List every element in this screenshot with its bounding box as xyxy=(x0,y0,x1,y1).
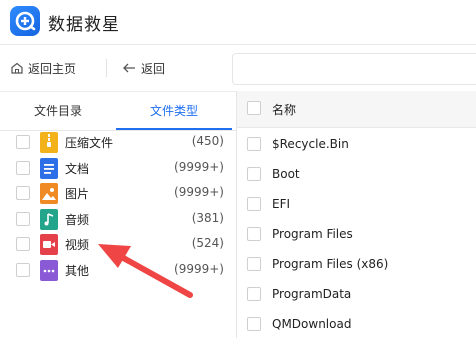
file-row[interactable]: EFI xyxy=(237,189,476,219)
file-row[interactable]: QMDownload xyxy=(237,309,476,339)
category-item[interactable]: 文档 (9999+) xyxy=(0,157,236,181)
category-checkbox[interactable] xyxy=(16,263,30,277)
category-checkbox[interactable] xyxy=(16,135,30,149)
left-panel: 文件目录 文件类型 压缩文件 (450) 文档 (9999+) 图片 (9999+) 音频 (… xyxy=(0,91,236,338)
document-icon xyxy=(40,157,58,179)
app-logo xyxy=(10,6,40,36)
tab-file-type[interactable]: 文件类型 xyxy=(116,92,232,130)
file-name: ProgramData xyxy=(272,287,352,301)
file-name: Boot xyxy=(272,167,300,181)
file-name: QMDownload xyxy=(272,317,352,331)
file-list-panel: 名称 $Recycle.Bin Boot EFI Program Files Progr… xyxy=(236,91,476,338)
category-checkbox[interactable] xyxy=(16,237,30,252)
path-input[interactable] xyxy=(232,53,476,85)
file-checkbox[interactable] xyxy=(247,197,261,211)
home-button-label: 返回主页 xyxy=(28,61,77,76)
nav-bar: 返回主页 返回 xyxy=(0,45,476,91)
file-list-header: 名称 xyxy=(237,91,476,128)
file-row[interactable]: $Recycle.Bin xyxy=(237,129,476,159)
file-checkbox[interactable] xyxy=(247,287,261,301)
image-icon xyxy=(40,183,58,205)
file-name: EFI xyxy=(272,197,291,211)
file-name: $Recycle.Bin xyxy=(272,137,349,151)
file-checkbox[interactable] xyxy=(247,257,261,271)
category-checkbox[interactable] xyxy=(16,160,30,175)
category-count: (9999+) xyxy=(174,159,224,174)
title-bar: 数据救星 xyxy=(0,0,476,44)
category-label: 压缩文件 xyxy=(65,136,114,150)
tab-file-directory[interactable]: 文件目录 xyxy=(0,92,116,128)
category-label: 图片 xyxy=(65,187,90,202)
file-name: Program Files (x86) xyxy=(272,257,389,271)
arrow-left-icon xyxy=(121,62,137,74)
tab-bar: 文件目录 文件类型 xyxy=(0,91,236,131)
file-checkbox[interactable] xyxy=(247,167,261,181)
select-all-checkbox[interactable] xyxy=(247,101,261,115)
category-count: (450) xyxy=(191,134,224,148)
recovery-plus-icon xyxy=(15,11,36,31)
file-checkbox[interactable] xyxy=(247,137,261,151)
category-item[interactable]: 图片 (9999+) xyxy=(0,182,236,206)
category-label: 其他 xyxy=(65,264,90,278)
category-checkbox[interactable] xyxy=(16,211,30,226)
file-checkbox[interactable] xyxy=(247,317,261,331)
back-button-label: 返回 xyxy=(141,61,166,76)
file-name: Program Files xyxy=(272,227,353,241)
archive-icon xyxy=(40,132,58,153)
home-button[interactable]: 返回主页 xyxy=(10,45,76,91)
home-icon xyxy=(10,61,24,75)
category-label: 文档 xyxy=(65,161,90,176)
file-checkbox[interactable] xyxy=(247,227,261,241)
category-count: (9999+) xyxy=(174,262,224,276)
file-row[interactable]: ProgramData xyxy=(237,279,476,309)
more-icon xyxy=(40,260,58,281)
app-title: 数据救星 xyxy=(48,15,120,35)
column-header-name[interactable]: 名称 xyxy=(272,101,296,118)
file-row[interactable]: Boot xyxy=(237,159,476,189)
divider xyxy=(106,59,107,77)
category-count: (9999+) xyxy=(174,185,224,200)
file-row[interactable]: Program Files xyxy=(237,219,476,249)
category-item[interactable]: 压缩文件 (450) xyxy=(0,131,236,155)
category-item[interactable]: 其他 (9999+) xyxy=(0,259,236,283)
video-icon xyxy=(40,234,58,256)
music-icon xyxy=(40,208,58,230)
file-row[interactable]: Program Files (x86) xyxy=(237,249,476,279)
category-item[interactable]: 音频 (381) xyxy=(0,208,236,232)
category-item[interactable]: 视频 (524) xyxy=(0,233,236,257)
category-checkbox[interactable] xyxy=(16,186,30,201)
category-count: (381) xyxy=(191,210,224,225)
category-count: (524) xyxy=(191,236,224,251)
back-button[interactable]: 返回 xyxy=(121,45,165,91)
category-label: 音频 xyxy=(65,212,90,227)
category-label: 视频 xyxy=(65,238,90,253)
